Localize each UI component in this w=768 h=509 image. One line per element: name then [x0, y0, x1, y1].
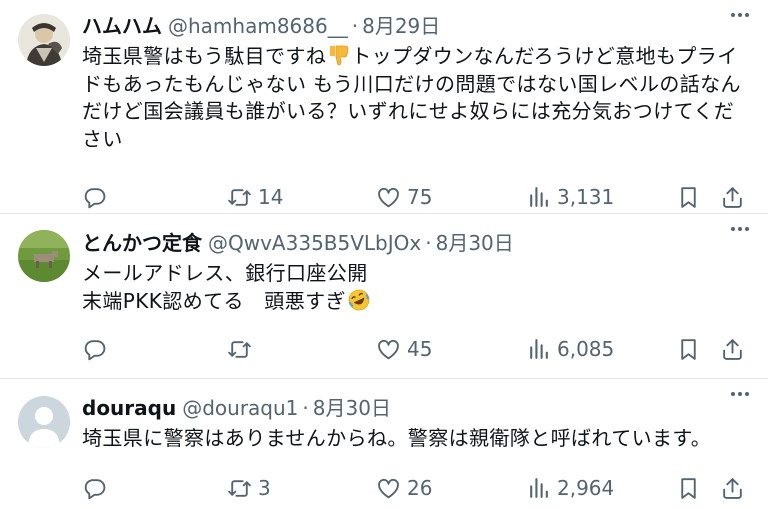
- views-count: 3,131: [557, 185, 615, 209]
- views-icon: [530, 338, 548, 359]
- share-button[interactable]: [720, 473, 745, 503]
- more-icon[interactable]: [728, 4, 752, 26]
- rolling-on-floor-laughing-emoji-icon: [348, 289, 370, 310]
- like-icon: [378, 187, 399, 207]
- reply-icon: [84, 339, 106, 360]
- bookmark-icon: [681, 186, 696, 208]
- reply-feed: ハムハム @hamham8686__ · 8月29日 埼玉県警はもう駄目ですねト…: [0, 0, 768, 509]
- share-icon: [723, 338, 742, 360]
- tweet-header: とんかつ定食 @QwvA335B5VLbJOx · 8月30日: [82, 228, 752, 258]
- tweet-actions: 3 26 2,964: [82, 473, 752, 503]
- like-count: 26: [407, 476, 433, 500]
- separator-dot: ·: [425, 231, 432, 255]
- default-avatar-icon[interactable]: [18, 396, 70, 448]
- retweet-icon: [228, 188, 251, 206]
- avatar[interactable]: [18, 230, 70, 282]
- user-handle[interactable]: @QwvA335B5VLbJOx: [208, 228, 421, 258]
- bookmark-button[interactable]: [676, 473, 701, 503]
- views-count: 2,964: [557, 476, 615, 500]
- bookmark-button[interactable]: [676, 334, 701, 364]
- tweet-actions: 14 75 3,131: [82, 182, 752, 212]
- display-name[interactable]: とんかつ定食: [82, 228, 202, 258]
- tweet-text: 埼玉県に警察はありませんからね。警察は親衛隊と呼ばれています。: [82, 426, 712, 450]
- like-count: 75: [407, 185, 433, 209]
- tweet-date[interactable]: 8月29日: [362, 11, 440, 41]
- views-count: 6,085: [557, 337, 615, 361]
- like-button[interactable]: 26: [376, 473, 432, 503]
- share-button[interactable]: [720, 182, 745, 212]
- retweet-count: 14: [258, 185, 284, 209]
- views-icon: [530, 186, 548, 207]
- tweet[interactable]: とんかつ定食 @QwvA335B5VLbJOx · 8月30日 メールアドレス、…: [0, 214, 768, 379]
- retweet-count: 3: [258, 476, 271, 500]
- share-icon: [723, 477, 742, 499]
- more-icon[interactable]: [728, 383, 752, 405]
- views-button[interactable]: 2,964: [526, 473, 614, 503]
- like-button[interactable]: 45: [376, 334, 432, 364]
- share-button[interactable]: [720, 334, 745, 364]
- more-icon[interactable]: [728, 218, 752, 240]
- bookmark-icon: [681, 338, 696, 360]
- reply-button[interactable]: [82, 182, 113, 212]
- tweet-date[interactable]: 8月30日: [436, 228, 514, 258]
- like-icon: [378, 478, 399, 498]
- display-name[interactable]: douraqu: [82, 393, 176, 423]
- tweet-text: メールアドレス、銀行口座公開 末端PKK認めてる 頭悪すぎ: [82, 260, 752, 315]
- avatar[interactable]: [18, 14, 70, 66]
- tweet[interactable]: douraqu @douraqu1 · 8月30日 埼玉県に警察はありませんから…: [0, 379, 768, 509]
- views-icon: [530, 477, 548, 498]
- thumbs-down-emoji-icon: [330, 45, 349, 66]
- retweet-icon: [228, 340, 251, 358]
- reply-icon: [84, 187, 106, 208]
- tweet-actions: 45 6,085: [82, 334, 752, 364]
- separator-dot: ·: [351, 14, 359, 38]
- like-icon: [378, 339, 399, 359]
- tweet-header: douraqu @douraqu1 · 8月30日: [82, 393, 752, 423]
- separator-dot: ·: [302, 396, 309, 420]
- user-handle[interactable]: @hamham8686__: [168, 11, 348, 41]
- tweet-date[interactable]: 8月30日: [313, 393, 391, 423]
- reply-icon: [84, 478, 106, 499]
- tweet-text: 埼玉県警はもう駄目ですね トップダウンなんだろうけど意地もプライドもあったもんじゃ…: [82, 44, 741, 151]
- retweet-button[interactable]: [227, 334, 258, 364]
- retweet-button[interactable]: 14: [227, 182, 283, 212]
- reply-button[interactable]: [82, 334, 113, 364]
- reply-button[interactable]: [82, 473, 113, 503]
- retweet-button[interactable]: 3: [227, 473, 271, 503]
- share-icon: [723, 186, 742, 208]
- like-count: 45: [407, 337, 433, 361]
- bookmark-button[interactable]: [676, 182, 701, 212]
- retweet-icon: [228, 479, 251, 497]
- tweet[interactable]: ハムハム @hamham8686__ · 8月29日 埼玉県警はもう駄目ですねト…: [0, 0, 768, 214]
- views-button[interactable]: 3,131: [526, 182, 614, 212]
- like-button[interactable]: 75: [376, 182, 432, 212]
- display-name[interactable]: ハムハム: [82, 11, 162, 41]
- views-button[interactable]: 6,085: [526, 334, 614, 364]
- tweet-header: ハムハム @hamham8686__ · 8月29日: [82, 11, 752, 41]
- user-handle[interactable]: @douraqu1: [182, 393, 298, 423]
- bookmark-icon: [681, 477, 696, 499]
